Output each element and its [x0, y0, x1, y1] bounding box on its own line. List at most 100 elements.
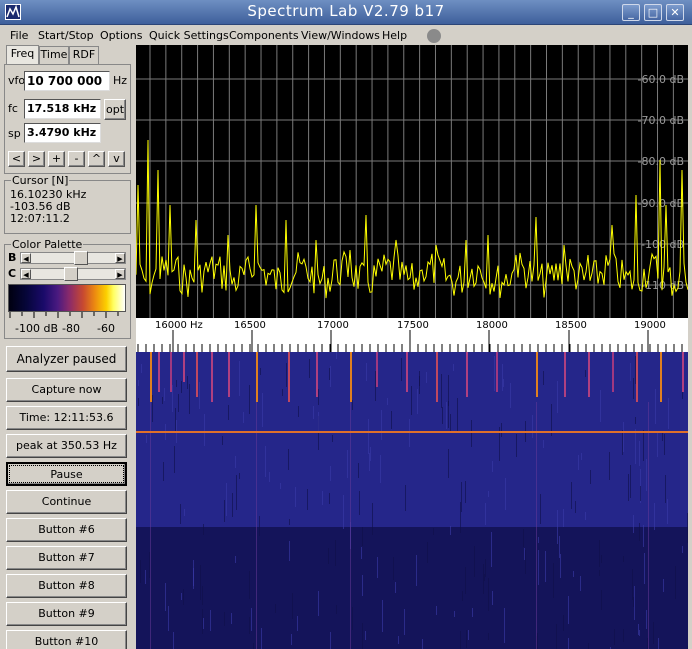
- waterfall-noise: [335, 540, 336, 566]
- waterfall-signal-line: [588, 352, 590, 397]
- waterfall-signal-line: [196, 352, 198, 397]
- spectrum-graph[interactable]: -60.0 dB-70.0 dB-80.0 dB-90.0 dB-100 dB-…: [136, 45, 688, 318]
- waterfall-noise: [236, 475, 237, 510]
- freq-minus-button[interactable]: -: [68, 151, 85, 167]
- waterfall-signal-line: [406, 352, 408, 392]
- slider-right-arrow-icon[interactable]: ▶: [115, 253, 125, 263]
- fc-input[interactable]: 17.518 kHz: [24, 99, 101, 119]
- waterfall-noise: [362, 575, 363, 596]
- waterfall-noise: [454, 611, 455, 617]
- waterfall-noise: [623, 629, 624, 642]
- cursor-title: Cursor [N]: [11, 174, 70, 187]
- waterfall-signal-line: [376, 352, 378, 387]
- waterfall-noise: [163, 462, 164, 481]
- waterfall-noise: [633, 515, 634, 533]
- contrast-slider[interactable]: ◀ ▶: [20, 267, 126, 281]
- waterfall-noise: [174, 446, 175, 473]
- slider-right-arrow-icon[interactable]: ▶: [115, 269, 125, 279]
- peak-button[interactable]: peak at 350.53 Hz: [6, 434, 127, 458]
- button-9[interactable]: Button #9: [6, 602, 127, 626]
- freq-right-button[interactable]: >: [28, 151, 45, 167]
- title-bar[interactable]: Spectrum Lab V2.79 b17 _ □ ✕: [0, 0, 692, 25]
- waterfall-noise: [488, 633, 489, 640]
- waterfall-noise: [417, 389, 418, 414]
- tab-time[interactable]: Time: [39, 46, 69, 64]
- waterfall-signal-line: [150, 352, 152, 402]
- waterfall-noise: [200, 565, 201, 600]
- waterfall-noise: [368, 419, 369, 454]
- waterfall-signal-line: [183, 352, 185, 382]
- waterfall-signal-line: [350, 352, 352, 402]
- waterfall-noise: [557, 381, 558, 413]
- waterfall-noise: [359, 491, 360, 515]
- waterfall-noise: [369, 453, 370, 471]
- menu-components[interactable]: Components: [229, 29, 299, 42]
- waterfall-noise: [682, 546, 683, 553]
- menu-start-stop[interactable]: Start/Stop: [38, 29, 94, 42]
- waterfall-noise: [634, 586, 635, 620]
- menu-quick-settings[interactable]: Quick Settings: [149, 29, 229, 42]
- waterfall-noise: [175, 408, 176, 432]
- tab-rdf[interactable]: RDF: [69, 46, 99, 64]
- waterfall-noise: [450, 414, 451, 431]
- waterfall-noise: [422, 639, 423, 649]
- waterfall-noise: [568, 596, 569, 624]
- slider-left-arrow-icon[interactable]: ◀: [21, 253, 31, 263]
- waterfall-noise: [226, 483, 227, 516]
- spectrum-display[interactable]: -60.0 dB -70.0 dB -80.0 dB -90.0 dB -100 dB -…: [136, 45, 688, 318]
- menu-view-windows[interactable]: View/Windows: [301, 29, 380, 42]
- continue-button[interactable]: Continue: [6, 490, 127, 514]
- waterfall-noise: [667, 499, 668, 524]
- brightness-thumb[interactable]: [73, 251, 88, 265]
- palette-label-max: -60: [97, 322, 115, 335]
- waterfall-noise: [343, 495, 344, 529]
- waterfall-noise: [643, 430, 644, 461]
- waterfall-noise: [655, 389, 656, 424]
- opt-button[interactable]: opt: [104, 99, 126, 120]
- brightness-slider[interactable]: ◀ ▶: [20, 251, 126, 265]
- menu-file[interactable]: File: [10, 29, 28, 42]
- capture-now-button[interactable]: Capture now: [6, 378, 127, 402]
- freq-left-button[interactable]: <: [8, 151, 25, 167]
- pause-button[interactable]: Pause: [6, 462, 127, 486]
- vfo-input[interactable]: 10 700 000: [24, 71, 110, 91]
- waterfall-noise: [600, 390, 601, 422]
- freq-up-button[interactable]: ^: [88, 151, 105, 167]
- waterfall-signal-line: [536, 352, 538, 397]
- sp-input[interactable]: 3.4790 kHz: [24, 123, 101, 143]
- waterfall-display[interactable]: [136, 352, 688, 649]
- button-6[interactable]: Button #6: [6, 518, 127, 542]
- maximize-icon[interactable]: □: [644, 4, 662, 21]
- close-icon[interactable]: ✕: [666, 4, 684, 21]
- waterfall-noise: [638, 624, 639, 635]
- waterfall-noise: [138, 380, 139, 386]
- freq-down-button[interactable]: v: [108, 151, 125, 167]
- waterfall-noise: [433, 528, 434, 535]
- frequency-axis[interactable]: 16000 Hz 16500 17000 17500 18000 18500 19000: [136, 318, 688, 352]
- waterfall-noise: [630, 363, 631, 381]
- waterfall-noise: [504, 608, 505, 643]
- analyzer-paused-button[interactable]: Analyzer paused: [6, 346, 127, 372]
- menu-help[interactable]: Help: [382, 29, 407, 42]
- frequency-scale[interactable]: 16000 Hz 16500 17000 17500 18000 18500 19000: [136, 318, 688, 352]
- button-8[interactable]: Button #8: [6, 574, 127, 598]
- waterfall-noise: [492, 461, 493, 472]
- waterfall-noise: [488, 578, 489, 611]
- waterfall-noise: [235, 456, 236, 468]
- slider-left-arrow-icon[interactable]: ◀: [21, 269, 31, 279]
- waterfall-noise: [202, 586, 203, 605]
- menu-options[interactable]: Options: [100, 29, 142, 42]
- waterfall-noise: [239, 361, 240, 396]
- tab-freq[interactable]: Freq: [6, 45, 39, 65]
- contrast-thumb[interactable]: [63, 267, 78, 281]
- button-7[interactable]: Button #7: [6, 546, 127, 570]
- frequency-label: 17500: [397, 320, 429, 331]
- freq-plus-button[interactable]: +: [48, 151, 65, 167]
- minimize-icon[interactable]: _: [622, 4, 640, 21]
- time-button[interactable]: Time: 12:11:53.6: [6, 406, 127, 430]
- waterfall-image[interactable]: [136, 352, 688, 649]
- waterfall-noise: [492, 591, 493, 605]
- color-palette-title: Color Palette: [11, 238, 84, 251]
- button-10[interactable]: Button #10: [6, 630, 127, 649]
- waterfall-noise: [590, 470, 591, 484]
